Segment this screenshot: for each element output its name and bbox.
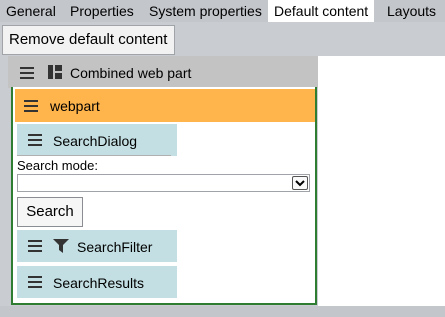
drag-handle-icon[interactable] bbox=[24, 100, 38, 112]
combined-web-part-panel: Combined web part webpart SearchDialog S… bbox=[8, 56, 318, 306]
search-results-title: SearchResults bbox=[53, 275, 145, 291]
remove-default-content-button[interactable]: Remove default content bbox=[2, 25, 175, 55]
combined-web-part-header: Combined web part bbox=[8, 56, 318, 88]
default-content-area: webpart SearchDialog Search mode: Search… bbox=[11, 87, 317, 305]
empty-zone bbox=[318, 56, 445, 306]
search-filter-title: SearchFilter bbox=[77, 239, 153, 255]
tab-bar: General Properties System properties Def… bbox=[0, 0, 445, 22]
drag-handle-icon[interactable] bbox=[28, 276, 42, 288]
search-dialog-widget[interactable]: SearchDialog bbox=[17, 124, 177, 156]
webpart-title: webpart bbox=[50, 98, 100, 114]
search-button[interactable]: Search bbox=[17, 197, 83, 227]
tab-properties[interactable]: Properties bbox=[64, 0, 140, 22]
webpart-header[interactable]: webpart bbox=[15, 89, 315, 122]
search-mode-select[interactable] bbox=[17, 174, 310, 192]
drag-handle-icon[interactable] bbox=[20, 67, 34, 79]
layout-icon bbox=[48, 65, 62, 79]
filter-icon bbox=[53, 239, 69, 253]
divider bbox=[17, 155, 171, 156]
search-filter-widget[interactable]: SearchFilter bbox=[17, 230, 177, 262]
tab-default-content[interactable]: Default content bbox=[268, 0, 375, 22]
tab-system-properties[interactable]: System properties bbox=[143, 0, 268, 22]
drag-handle-icon[interactable] bbox=[28, 134, 42, 146]
combined-web-part-title: Combined web part bbox=[70, 65, 192, 81]
search-results-widget[interactable]: SearchResults bbox=[17, 266, 177, 298]
bottom-strip bbox=[0, 306, 445, 317]
search-mode-label: Search mode: bbox=[17, 158, 98, 173]
tab-layouts[interactable]: Layouts bbox=[381, 0, 442, 22]
search-dialog-title: SearchDialog bbox=[53, 133, 138, 149]
chevron-down-icon[interactable] bbox=[292, 176, 308, 190]
drag-handle-icon[interactable] bbox=[28, 240, 42, 252]
tab-general[interactable]: General bbox=[0, 0, 62, 22]
